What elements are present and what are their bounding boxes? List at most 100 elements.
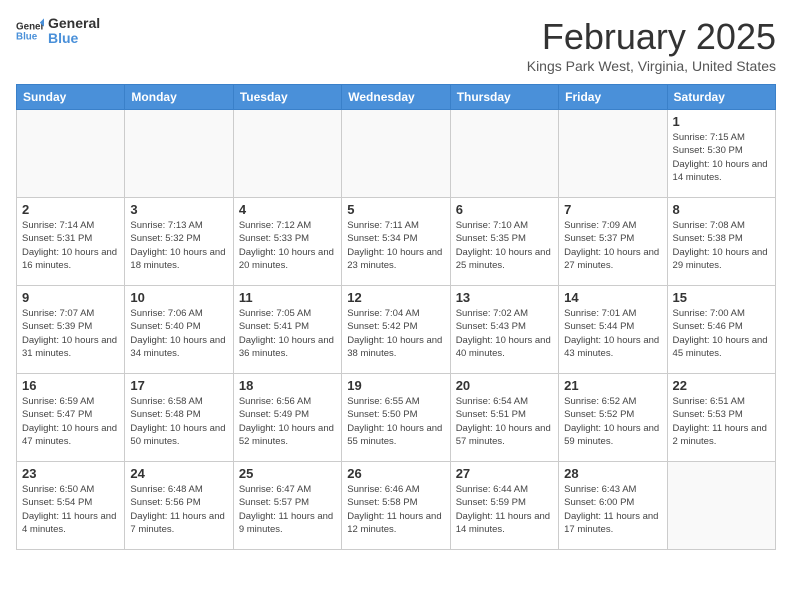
day-info: Sunrise: 6:50 AM Sunset: 5:54 PM Dayligh… [22, 483, 119, 536]
calendar-cell [559, 110, 667, 198]
calendar-cell: 19 Sunrise: 6:55 AM Sunset: 5:50 PM Dayli… [342, 374, 450, 462]
location: Kings Park West, Virginia, United States [527, 58, 776, 74]
calendar-cell: 9 Sunrise: 7:07 AM Sunset: 5:39 PM Daylig… [17, 286, 125, 374]
calendar-cell: 26 Sunrise: 6:46 AM Sunset: 5:58 PM Dayli… [342, 462, 450, 550]
day-number: 14 [564, 290, 661, 305]
day-info: Sunrise: 7:14 AM Sunset: 5:31 PM Dayligh… [22, 219, 119, 272]
calendar-cell: 22 Sunrise: 6:51 AM Sunset: 5:53 PM Dayli… [667, 374, 775, 462]
calendar-cell: 20Sunrise: 6:54 AM Sunset: 5:51 PM Dayli… [450, 374, 558, 462]
logo-line2: Blue [48, 31, 100, 46]
day-info: Sunrise: 6:59 AM Sunset: 5:47 PM Dayligh… [22, 395, 119, 448]
day-info: Sunrise: 7:05 AM Sunset: 5:41 PM Dayligh… [239, 307, 336, 360]
day-info: Sunrise: 7:15 AM Sunset: 5:30 PM Dayligh… [673, 131, 770, 184]
calendar-cell [450, 110, 558, 198]
calendar-cell: 7 Sunrise: 7:09 AM Sunset: 5:37 PM Daylig… [559, 198, 667, 286]
calendar-cell: 5 Sunrise: 7:11 AM Sunset: 5:34 PM Daylig… [342, 198, 450, 286]
day-number: 1 [673, 114, 770, 129]
day-info: Sunrise: 6:51 AM Sunset: 5:53 PM Dayligh… [673, 395, 770, 448]
day-number: 5 [347, 202, 444, 217]
calendar-cell: 24Sunrise: 6:48 AM Sunset: 5:56 PM Dayli… [125, 462, 233, 550]
day-info: Sunrise: 6:43 AM Sunset: 6:00 PM Dayligh… [564, 483, 661, 536]
day-number: 28 [564, 466, 661, 481]
day-info: Sunrise: 7:09 AM Sunset: 5:37 PM Dayligh… [564, 219, 661, 272]
day-number: 12 [347, 290, 444, 305]
day-number: 9 [22, 290, 119, 305]
calendar-cell: 1 Sunrise: 7:15 AM Sunset: 5:30 PM Daylig… [667, 110, 775, 198]
day-info: Sunrise: 7:12 AM Sunset: 5:33 PM Dayligh… [239, 219, 336, 272]
day-number: 22 [673, 378, 770, 393]
day-number: 8 [673, 202, 770, 217]
logo: General Blue General Blue [16, 16, 100, 47]
day-info: Sunrise: 6:55 AM Sunset: 5:50 PM Dayligh… [347, 395, 444, 448]
calendar-cell: 18Sunrise: 6:56 AM Sunset: 5:49 PM Dayli… [233, 374, 341, 462]
calendar-cell [342, 110, 450, 198]
day-info: Sunrise: 6:44 AM Sunset: 5:59 PM Dayligh… [456, 483, 553, 536]
calendar-cell: 25 Sunrise: 6:47 AM Sunset: 5:57 PM Dayli… [233, 462, 341, 550]
day-number: 13 [456, 290, 553, 305]
calendar-table: SundayMondayTuesdayWednesdayThursdayFrid… [16, 84, 776, 550]
day-info: Sunrise: 7:13 AM Sunset: 5:32 PM Dayligh… [130, 219, 227, 272]
day-number: 27 [456, 466, 553, 481]
day-number: 7 [564, 202, 661, 217]
page-header: General Blue General Blue February 2025 … [16, 16, 776, 74]
calendar-cell: 17 Sunrise: 6:58 AM Sunset: 5:48 PM Dayli… [125, 374, 233, 462]
calendar-cell: 23 Sunrise: 6:50 AM Sunset: 5:54 PM Dayli… [17, 462, 125, 550]
day-info: Sunrise: 6:58 AM Sunset: 5:48 PM Dayligh… [130, 395, 227, 448]
title-block: February 2025 Kings Park West, Virginia,… [527, 16, 776, 74]
logo-icon: General Blue [16, 17, 44, 45]
calendar-body: 1 Sunrise: 7:15 AM Sunset: 5:30 PM Daylig… [17, 110, 776, 550]
day-info: Sunrise: 7:00 AM Sunset: 5:46 PM Dayligh… [673, 307, 770, 360]
weekday-header-thursday: Thursday [450, 85, 558, 110]
day-number: 23 [22, 466, 119, 481]
calendar-week-3: 16 Sunrise: 6:59 AM Sunset: 5:47 PM Dayli… [17, 374, 776, 462]
day-info: Sunrise: 7:06 AM Sunset: 5:40 PM Dayligh… [130, 307, 227, 360]
calendar-cell: 6 Sunrise: 7:10 AM Sunset: 5:35 PM Daylig… [450, 198, 558, 286]
calendar-cell: 8 Sunrise: 7:08 AM Sunset: 5:38 PM Daylig… [667, 198, 775, 286]
calendar-cell: 14 Sunrise: 7:01 AM Sunset: 5:44 PM Dayli… [559, 286, 667, 374]
weekday-header-wednesday: Wednesday [342, 85, 450, 110]
day-number: 24 [130, 466, 227, 481]
day-info: Sunrise: 7:11 AM Sunset: 5:34 PM Dayligh… [347, 219, 444, 272]
day-number: 26 [347, 466, 444, 481]
calendar-week-0: 1 Sunrise: 7:15 AM Sunset: 5:30 PM Daylig… [17, 110, 776, 198]
day-info: Sunrise: 6:47 AM Sunset: 5:57 PM Dayligh… [239, 483, 336, 536]
calendar-cell [233, 110, 341, 198]
calendar-cell: 12 Sunrise: 7:04 AM Sunset: 5:42 PM Dayli… [342, 286, 450, 374]
month-title: February 2025 [527, 16, 776, 58]
calendar-week-2: 9 Sunrise: 7:07 AM Sunset: 5:39 PM Daylig… [17, 286, 776, 374]
calendar-cell [17, 110, 125, 198]
calendar-week-4: 23 Sunrise: 6:50 AM Sunset: 5:54 PM Dayli… [17, 462, 776, 550]
day-number: 15 [673, 290, 770, 305]
day-info: Sunrise: 6:56 AM Sunset: 5:49 PM Dayligh… [239, 395, 336, 448]
calendar-cell: 16 Sunrise: 6:59 AM Sunset: 5:47 PM Dayli… [17, 374, 125, 462]
calendar-cell: 2Sunrise: 7:14 AM Sunset: 5:31 PM Daylig… [17, 198, 125, 286]
day-info: Sunrise: 6:46 AM Sunset: 5:58 PM Dayligh… [347, 483, 444, 536]
svg-text:Blue: Blue [16, 32, 38, 43]
weekday-header-friday: Friday [559, 85, 667, 110]
calendar-cell [667, 462, 775, 550]
weekday-header-tuesday: Tuesday [233, 85, 341, 110]
day-number: 25 [239, 466, 336, 481]
calendar-cell: 28 Sunrise: 6:43 AM Sunset: 6:00 PM Dayli… [559, 462, 667, 550]
logo-line1: General [48, 16, 100, 31]
calendar-week-1: 2Sunrise: 7:14 AM Sunset: 5:31 PM Daylig… [17, 198, 776, 286]
day-info: Sunrise: 7:01 AM Sunset: 5:44 PM Dayligh… [564, 307, 661, 360]
calendar-cell: 11 Sunrise: 7:05 AM Sunset: 5:41 PM Dayli… [233, 286, 341, 374]
day-number: 20 [456, 378, 553, 393]
day-info: Sunrise: 7:07 AM Sunset: 5:39 PM Dayligh… [22, 307, 119, 360]
day-number: 21 [564, 378, 661, 393]
day-number: 11 [239, 290, 336, 305]
weekday-header-saturday: Saturday [667, 85, 775, 110]
day-number: 19 [347, 378, 444, 393]
day-number: 17 [130, 378, 227, 393]
day-info: Sunrise: 7:10 AM Sunset: 5:35 PM Dayligh… [456, 219, 553, 272]
day-number: 16 [22, 378, 119, 393]
weekday-header-sunday: Sunday [17, 85, 125, 110]
weekday-header-monday: Monday [125, 85, 233, 110]
day-info: Sunrise: 7:04 AM Sunset: 5:42 PM Dayligh… [347, 307, 444, 360]
calendar-cell: 27 Sunrise: 6:44 AM Sunset: 5:59 PM Dayli… [450, 462, 558, 550]
day-info: Sunrise: 7:02 AM Sunset: 5:43 PM Dayligh… [456, 307, 553, 360]
calendar-cell: 4Sunrise: 7:12 AM Sunset: 5:33 PM Daylig… [233, 198, 341, 286]
day-number: 6 [456, 202, 553, 217]
day-info: Sunrise: 7:08 AM Sunset: 5:38 PM Dayligh… [673, 219, 770, 272]
